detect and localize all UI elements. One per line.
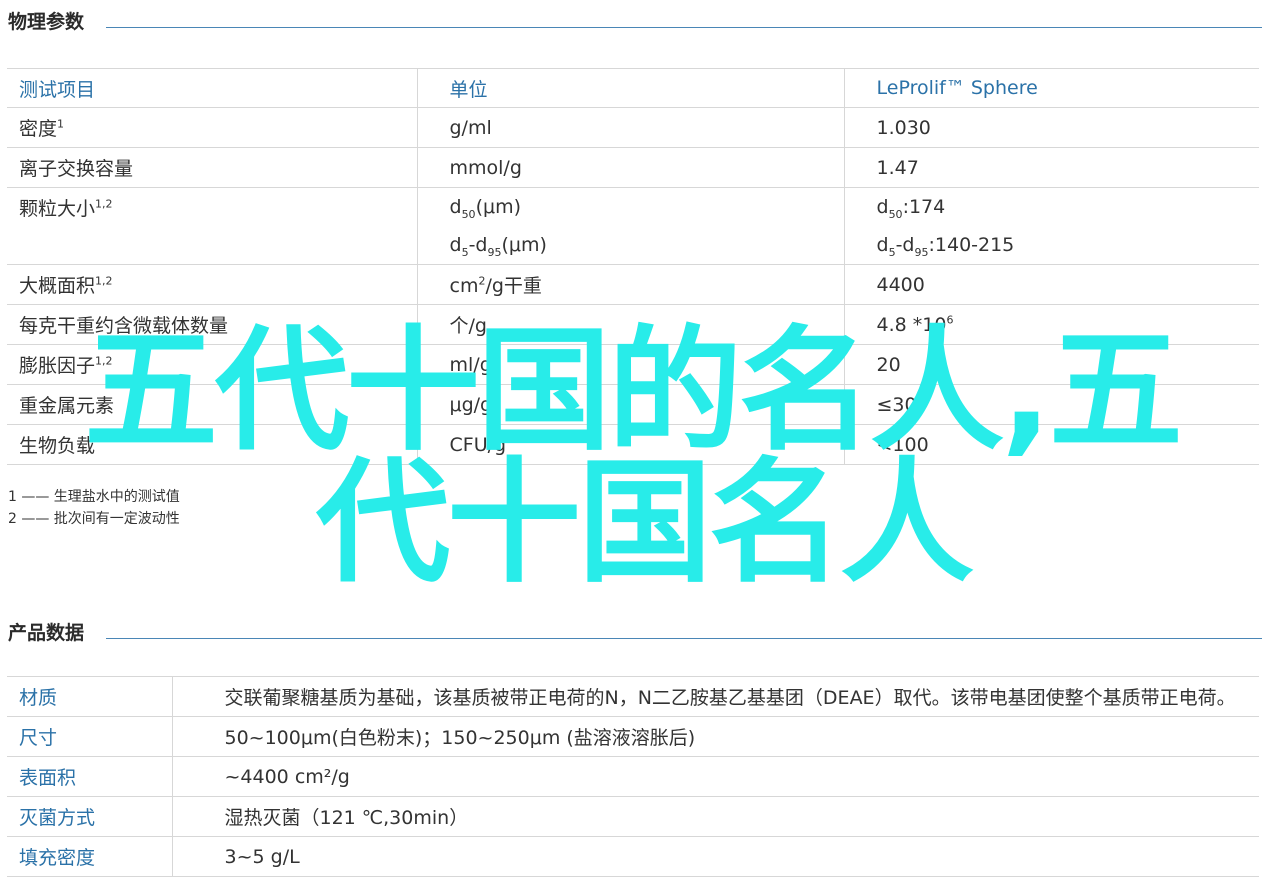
row-key: 材质 xyxy=(7,676,172,717)
physical-section-title: 物理参数 xyxy=(8,7,99,34)
row-item: 密度1 xyxy=(7,107,417,148)
row-value: 4400 xyxy=(843,264,1259,305)
row-unit-d50: d50(μm) xyxy=(416,187,844,226)
table-row: 灭菌方式 湿热灭菌（121 ℃,30min） xyxy=(7,796,1259,837)
footnote: 1 —— 生理盐水中的测试值 xyxy=(8,489,180,505)
footnote: 2 —— 批次间有一定波动性 xyxy=(8,511,180,527)
section-rule xyxy=(106,638,1262,639)
row-value: ~4400 cm²/g xyxy=(171,756,1259,797)
section-rule xyxy=(106,27,1262,28)
row-key: 填充密度 xyxy=(7,836,172,877)
product-section-header: 产品数据 xyxy=(0,615,1262,645)
row-value: 交联葡聚糖基质为基础，该基质被带正电荷的N，N二乙胺基乙基基团（DEAE）取代。… xyxy=(171,676,1259,717)
row-key: 灭菌方式 xyxy=(7,796,172,837)
row-unit: mmol/g xyxy=(416,147,844,188)
table-row: 尺寸 50~100μm(白色粉末)；150~250μm (盐溶液溶胀后) xyxy=(7,716,1259,757)
row-item: 大概面积1,2 xyxy=(7,264,417,305)
row-value-d5-d95: d5-d95:140-215 xyxy=(843,226,1259,265)
row-value: 湿热灭菌（121 ℃,30min） xyxy=(171,796,1259,837)
header-unit: 单位 xyxy=(416,68,844,108)
table-row: 离子交换容量 mmol/g 1.47 xyxy=(7,147,1259,188)
table-row: 材质 交联葡聚糖基质为基础，该基质被带正电荷的N，N二乙胺基乙基基团（DEAE）… xyxy=(7,676,1259,717)
watermark-line-1: 五代十国的名人,五 xyxy=(84,313,1183,469)
table-row: 大概面积1,2 cm2/g干重 4400 xyxy=(7,264,1259,305)
row-value: 1.47 xyxy=(843,147,1259,188)
row-value: 1.030 xyxy=(843,107,1259,148)
row-key: 表面积 xyxy=(7,756,172,797)
header-product: LeProlif™ Sphere xyxy=(843,68,1259,108)
row-value: 3~5 g/L xyxy=(171,836,1259,877)
row-value-d50: d50:174 xyxy=(843,187,1259,226)
header-test-item: 测试项目 xyxy=(7,68,417,108)
physical-section-header: 物理参数 xyxy=(0,4,1262,34)
row-unit: cm2/g干重 xyxy=(416,264,844,305)
row-unit: g/ml xyxy=(416,107,844,148)
row-item: 颗粒大小1,2 xyxy=(7,187,417,265)
table-header-row: 测试项目 单位 LeProlif™ Sphere xyxy=(7,68,1259,108)
footnotes: 1 —— 生理盐水中的测试值 2 —— 批次间有一定波动性 xyxy=(8,486,180,530)
table-row: 填充密度 3~5 g/L xyxy=(7,836,1259,877)
row-unit-d5-d95: d5-d95(μm) xyxy=(416,226,844,265)
row-key: 尺寸 xyxy=(7,716,172,757)
table-row: 颗粒大小1,2 d50(μm) d50:174 xyxy=(7,187,1259,265)
product-data-table: 材质 交联葡聚糖基质为基础，该基质被带正电荷的N，N二乙胺基乙基基团（DEAE）… xyxy=(7,676,1259,877)
row-item: 离子交换容量 xyxy=(7,147,417,188)
table-row: 表面积 ~4400 cm²/g xyxy=(7,756,1259,797)
product-section-title: 产品数据 xyxy=(8,618,99,645)
row-value: 50~100μm(白色粉末)；150~250μm (盐溶液溶胀后) xyxy=(171,716,1259,757)
watermark-line-2: 代十国名人 xyxy=(316,445,974,601)
table-row: 密度1 g/ml 1.030 xyxy=(7,107,1259,148)
